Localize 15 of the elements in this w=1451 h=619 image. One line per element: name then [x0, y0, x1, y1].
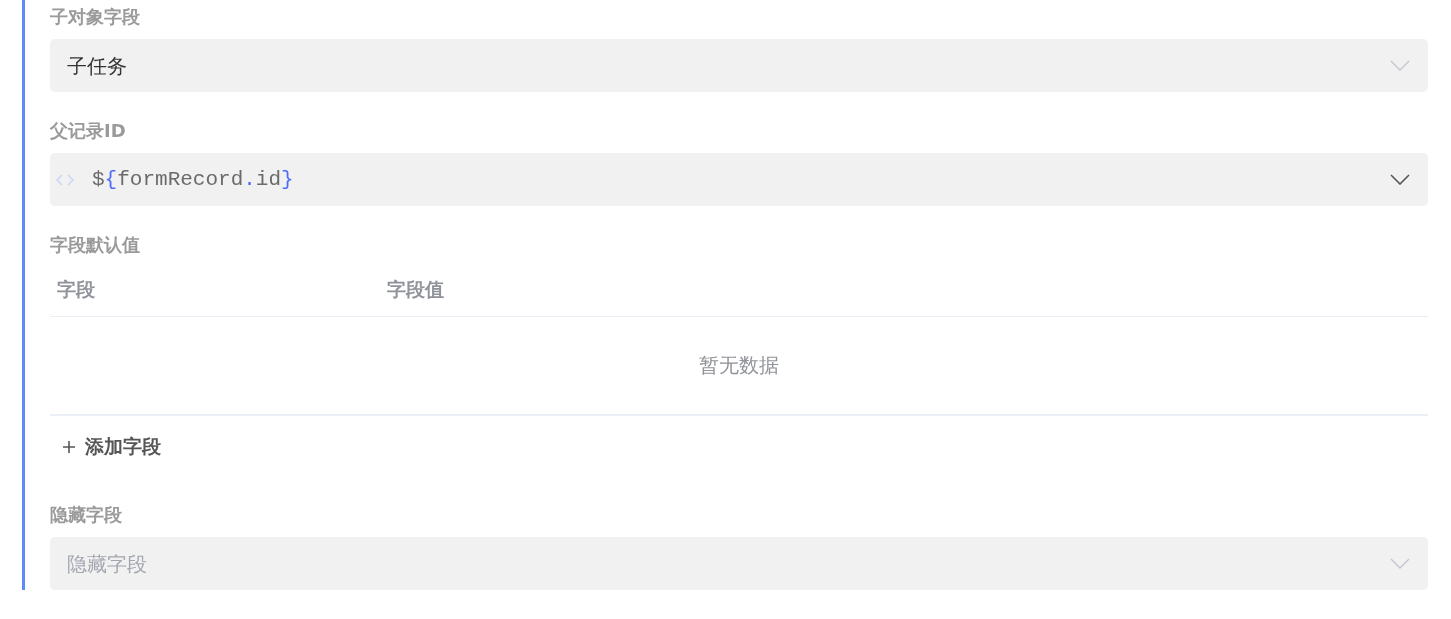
code-icon	[55, 173, 75, 186]
chevron-down-icon	[1390, 174, 1410, 185]
empty-text: 暂无数据	[699, 352, 779, 379]
select-field[interactable]: 子任务	[50, 39, 1428, 92]
field-label: 子对象字段	[50, 5, 141, 29]
add-field-button[interactable]: 添加字段	[50, 427, 169, 467]
field-label: 字段默认值	[50, 233, 141, 257]
expression-field[interactable]: ${formRecord.id}	[50, 153, 1428, 206]
field-label: 父记录ID	[50, 119, 127, 143]
field-label: 隐藏字段	[50, 503, 123, 527]
column-header: 字段值	[387, 277, 444, 300]
chevron-down-icon	[1390, 60, 1410, 71]
chevron-down-icon	[1390, 558, 1410, 569]
column-header: 字段	[57, 277, 95, 300]
plus-icon	[63, 441, 75, 453]
